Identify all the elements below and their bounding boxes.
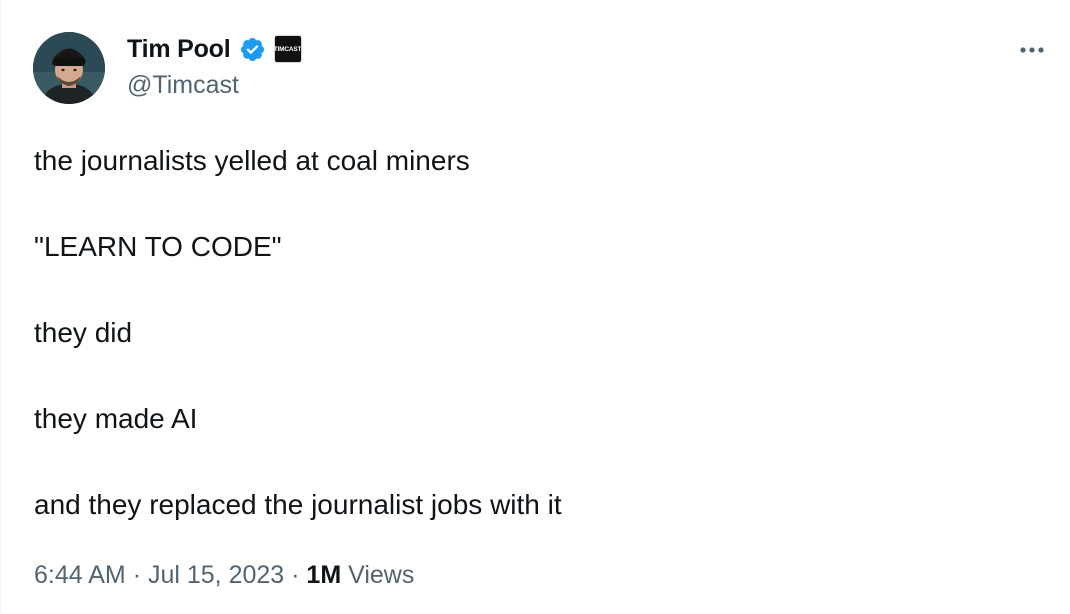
tweet-line: "LEARN TO CODE": [34, 231, 282, 262]
tweet-line: they made AI: [34, 403, 198, 434]
separator: ·: [291, 561, 300, 589]
tweet-line: and they replaced the journalist jobs wi…: [34, 489, 562, 520]
tweet-line: the journalists yelled at coal miners: [34, 145, 470, 176]
verified-badge-icon[interactable]: [239, 36, 266, 63]
avatar-image: [33, 32, 105, 104]
tweet-metadata: 6:44 AM · Jul 15, 2023 · 1M Views: [34, 558, 414, 592]
views-label: Views: [348, 561, 415, 589]
affiliate-badge[interactable]: TIMCAST: [273, 35, 302, 63]
tweet-date: Jul 15, 2023: [147, 561, 285, 589]
separator: ·: [132, 561, 142, 589]
author-handle[interactable]: @Timcast: [127, 70, 239, 100]
author-display-name[interactable]: Tim Pool: [127, 33, 231, 65]
views-count: 1M: [306, 561, 342, 589]
more-horizontal-icon[interactable]: [1014, 36, 1050, 64]
author-name-row: Tim Pool TIMCAST: [127, 33, 302, 65]
avatar[interactable]: [33, 32, 105, 104]
tweet-line: they did: [34, 317, 133, 348]
tweet-time: 6:44 AM: [34, 561, 126, 589]
tweet-text: the journalists yelled at coal miners "L…: [34, 142, 1034, 572]
tweet-card: Tim Pool TIMCAST @Timcast the journalist…: [0, 0, 1070, 614]
tweet-timestamp[interactable]: 6:44 AM · Jul 15, 2023: [34, 561, 284, 589]
